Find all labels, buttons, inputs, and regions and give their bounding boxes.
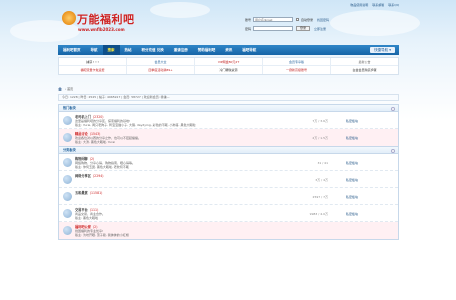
password-label: 密码 <box>244 26 251 31</box>
forum-stats-count: 7万 / 3.6万 <box>312 119 328 123</box>
forum-stats: 今日: 1228 | 昨日: 2545 | 帖子: 4965917 | 会员: … <box>62 95 170 99</box>
register-link[interactable]: 立即注册 <box>314 27 326 31</box>
forum-moderators: 版主: 为坊开眼, 萧子筱, 我抹抹的小红帽 <box>75 233 129 237</box>
nav-item[interactable]: 积分充值 兑换 <box>137 45 169 55</box>
auto-login-checkbox[interactable] <box>296 18 299 21</box>
forum-icon <box>63 116 72 125</box>
ad-row: 福吧流量卡免运费 四季度活动满89+ 冷门稀缺资源 一键新高级账号 白金会员购买… <box>59 66 398 74</box>
breadcrumb: › 首页 <box>58 87 73 91</box>
nav-item[interactable]: 邀请注册 <box>169 45 193 55</box>
section-title: 热门板块 <box>63 106 76 110</box>
username-label: 账号 <box>244 17 251 22</box>
ad-row: 捕获 ! ! ! 会员大全 VIP网盘80元2T 会员专享版 最新公告 <box>59 58 398 66</box>
forum-name[interactable]: 五和悬赏 <box>75 191 88 195</box>
site-logo[interactable]: 万能福利吧 www.wnflb2023.com <box>62 11 172 41</box>
top-link[interactable]: 物品使用说明 <box>350 3 368 7</box>
ad-link[interactable]: VIP网盘80元2T <box>195 58 263 65</box>
section-title: 分类板块 <box>63 148 76 152</box>
forum-last-post[interactable]: 私密板块 <box>346 136 358 140</box>
nav-item[interactable]: 导航 <box>86 45 103 55</box>
forum-stats-count: 31 / 41 <box>317 161 328 165</box>
nav-item[interactable]: 赞助福利吧 <box>193 45 221 55</box>
forum-name[interactable]: 网络分享区 <box>75 174 91 178</box>
forum-icon <box>63 158 72 167</box>
ad-link[interactable]: 冷门稀缺资源 <box>195 66 263 74</box>
forum-row[interactable]: 购物闲聊 (2) 网络购物，分享心得，购物指南，晒心得等。 版主: 你何玉翼, 黑… <box>59 154 398 171</box>
ad-link[interactable]: 会员大全 <box>127 58 195 65</box>
top-link[interactable]: 联系邮箱 <box>372 3 384 7</box>
forum-today-count: (2294) <box>92 174 104 178</box>
ad-links-table: 捕获 ! ! ! 会员大全 VIP网盘80元2T 会员专享版 最新公告 福吧流量… <box>58 57 399 75</box>
collapse-icon[interactable] <box>391 106 395 111</box>
forum-moderators: 版主: 大渣, 黑色大眠啦, Yurai <box>75 140 116 144</box>
nav-item[interactable]: 福吧导航 <box>237 45 261 55</box>
forum-icon <box>63 209 72 218</box>
forum-row[interactable]: 五和悬赏 (11581) 2597 / 7万 私密板块 <box>59 188 398 205</box>
login-box: 账号 自动登录 找回密码 密码 登录 立即注册 <box>239 16 379 34</box>
nav-item[interactable]: 搜索 <box>102 45 120 55</box>
ad-link[interactable]: 最新公告 <box>331 58 398 65</box>
forum-today-count: (11581) <box>89 191 103 195</box>
ad-link[interactable]: 捕获 ! ! ! <box>59 58 127 65</box>
forum-section: 分类板块 购物闲聊 (2) 网络购物，分享心得，购物指南，晒心得等。 版主: 你何… <box>58 146 399 240</box>
forum-stats-count: 3万 / 4万 <box>315 178 328 182</box>
forum-last-post[interactable]: 私密板块 <box>346 161 358 165</box>
collapse-icon[interactable] <box>391 148 395 153</box>
forum-icon <box>63 175 72 184</box>
home-icon[interactable] <box>58 87 62 91</box>
forum-stats-count: 2597 / 7万 <box>312 195 328 199</box>
forum-icon <box>63 226 72 235</box>
logo-icon <box>62 11 76 25</box>
site-name: 万能福利吧 <box>77 13 135 26</box>
site-url: www.wnflb2023.com <box>78 27 125 32</box>
forum-row[interactable]: 交易平台 (111) 商品交易，商业合作。 版主: 黑色大眠啦 9983 / 4.… <box>59 205 398 222</box>
section-header[interactable]: 热门板块 <box>59 105 398 112</box>
top-links: 物品使用说明 联系邮箱 联系QQ <box>347 3 399 7</box>
section-header[interactable]: 分类板块 <box>59 147 398 154</box>
ad-link[interactable]: 一键新高级账号 <box>263 66 331 74</box>
forum-stats-bar: 今日: 1228 | 昨日: 2545 | 帖子: 4965917 | 会员: … <box>58 94 399 101</box>
quick-nav-dropdown[interactable]: 快捷导航 ▾ <box>370 47 395 53</box>
forum-moderators: 版主: 黑色大眠啦 <box>75 216 98 220</box>
forum-row[interactable]: 精品讨论 (1543) 欢迎各位对以赛的分享之作，也可以不钮起播播。 版主: 大渣… <box>59 129 398 146</box>
nav-item[interactable]: 热帖 <box>120 45 137 55</box>
ad-link[interactable]: 四季度活动满89+ <box>127 66 195 74</box>
forum-stats-count: 9983 / 4.0万 <box>309 212 328 216</box>
ad-link[interactable]: 会员专享版 <box>263 58 331 65</box>
forum-icon <box>63 192 72 201</box>
main-nav: 福利吧首页 导航 搜索 热帖 积分充值 兑换 邀请注册 赞助福利吧 资讯 福吧导… <box>58 45 399 55</box>
ad-link[interactable]: 白金会员购买步骤 <box>331 66 398 74</box>
nav-item[interactable]: 福利吧首页 <box>58 45 86 55</box>
forum-row[interactable]: 网络分享区 (2294) 3万 / 4万 私密板块 <box>59 171 398 188</box>
forum-stats-count: 2万 / 1.5万 <box>312 136 328 140</box>
password-input[interactable] <box>253 26 293 31</box>
forum-last-post[interactable]: 私密板块 <box>346 178 358 182</box>
forum-row[interactable]: 老司机上门 (2320) 这里是福利吧的分享区，探索福利的基地! 版主: Yura… <box>59 112 398 129</box>
forum-last-post[interactable]: 私密板块 <box>346 195 358 199</box>
breadcrumb-text[interactable]: › 首页 <box>65 87 73 91</box>
forum-section: 热门板块 老司机上门 (2320) 这里是福利吧的分享区，探索福利的基地! 版主:… <box>58 104 399 147</box>
find-password-link[interactable]: 找回密码 <box>317 18 329 22</box>
forum-row[interactable]: 福利吧公家 (2) 线国福利的专业优享! 版主: 为坊开眼, 萧子筱, 我抹抹的小… <box>59 222 398 239</box>
forum-moderators: 版主: 你何玉翼, 黑色大眠啦, 老牧何不眠 <box>75 165 129 169</box>
login-button[interactable]: 登录 <box>296 26 311 31</box>
forum-moderators: 版主: Yurai, 两只老狗子, 鸭宝宝猫小子, 大猪, daydying, … <box>75 123 196 127</box>
forum-last-post[interactable]: 私密板块 <box>346 212 358 216</box>
ad-link[interactable]: 福吧流量卡免运费 <box>59 66 127 74</box>
nav-item[interactable]: 资讯 <box>220 45 237 55</box>
top-link[interactable]: 联系QQ <box>388 3 399 7</box>
auto-login-label: 自动登录 <box>301 17 314 22</box>
username-input[interactable] <box>253 17 293 22</box>
forum-icon <box>63 133 72 142</box>
forum-last-post[interactable]: 私密板块 <box>346 119 358 123</box>
